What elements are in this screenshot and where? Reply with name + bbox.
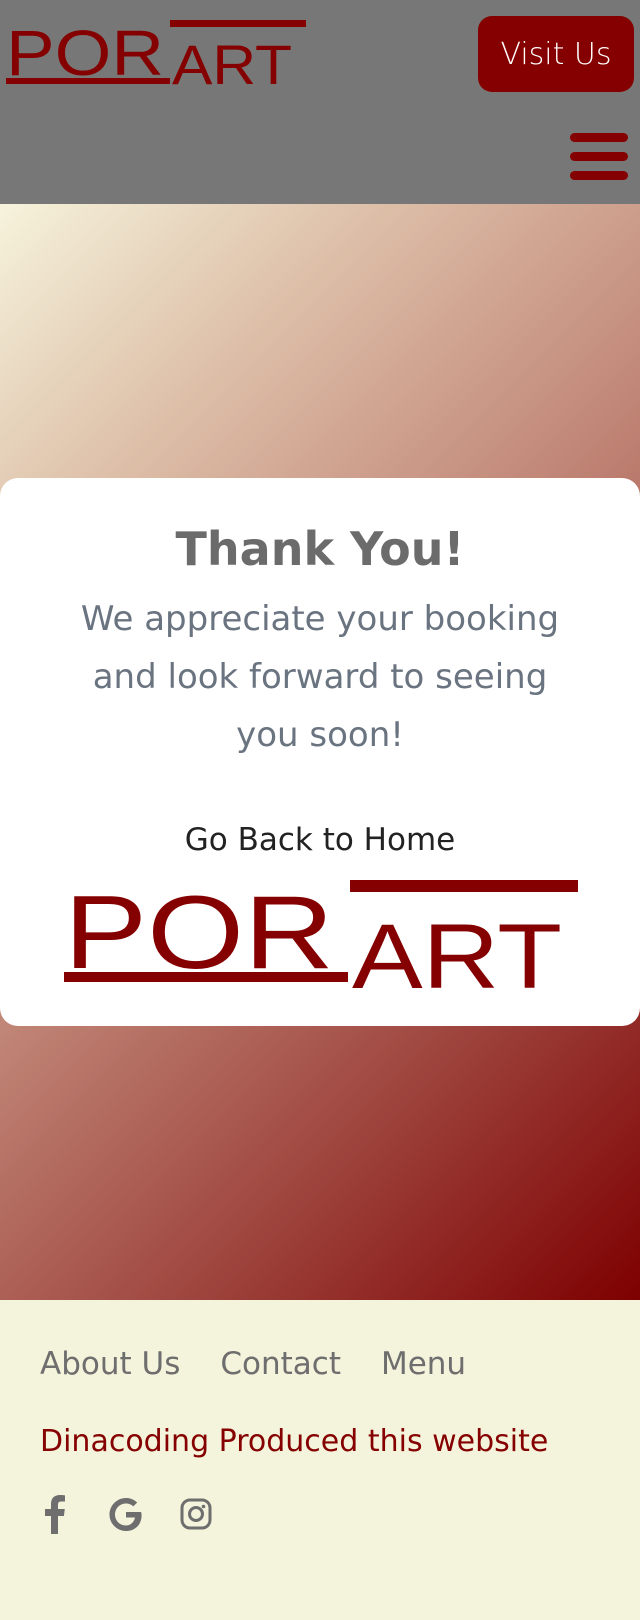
footer-nav: About Us Contact Menu <box>40 1346 466 1382</box>
booking-message: We appreciate your booking and look forw… <box>80 599 560 755</box>
footer-credit: Dinacoding Produced this website <box>40 1424 549 1459</box>
social-links <box>38 1494 214 1534</box>
logo-por-text: POR <box>6 20 164 88</box>
footer-link-contact[interactable]: Contact <box>220 1346 341 1382</box>
google-icon[interactable] <box>108 1494 144 1534</box>
footer-link-about[interactable]: About Us <box>40 1346 180 1382</box>
facebook-icon[interactable] <box>38 1494 74 1534</box>
thank-you-title: Thank You! <box>175 522 465 576</box>
hamburger-menu-icon[interactable] <box>570 130 628 184</box>
footer-link-menu[interactable]: Menu <box>381 1346 466 1382</box>
site-header: POR T ART Visit Us <box>0 0 640 204</box>
thank-you-card: Thank You! We appreciate your booking an… <box>0 478 640 1026</box>
visit-us-button[interactable]: Visit Us <box>478 16 634 92</box>
go-home-link[interactable]: Go Back to Home <box>0 822 640 858</box>
portart-logo-large: POR T ART <box>64 880 578 990</box>
logo-art-text: ART <box>172 33 292 88</box>
instagram-icon[interactable] <box>178 1494 214 1534</box>
site-footer: About Us Contact Menu Dinacoding Produce… <box>0 1300 640 1620</box>
logo-large-art-text: ART <box>352 906 562 990</box>
portart-logo[interactable]: POR T ART <box>6 20 306 88</box>
